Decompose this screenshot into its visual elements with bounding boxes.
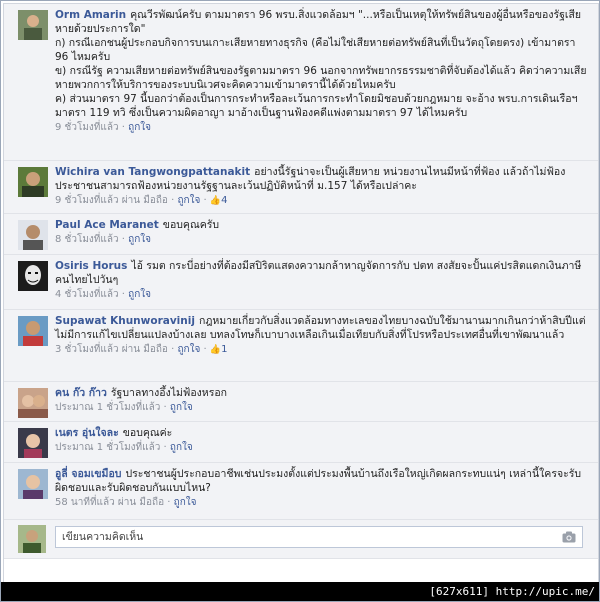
thumbs-up-icon: 👍	[209, 196, 222, 206]
thumbs-up-icon: 👍	[209, 345, 222, 355]
avatar[interactable]	[18, 388, 48, 418]
avatar	[18, 525, 46, 553]
comment-body: Wichira van Tangwongpattanakit อย่างนี้รั…	[55, 165, 592, 193]
comment-author[interactable]: Paul Ace Maranet	[55, 219, 159, 231]
comment-time[interactable]: 4 ชั่วโมงที่แล้ว	[55, 289, 119, 300]
comment-meta: 58 นาทีที่แล้ว ผ่าน มือถือ · ถูกใจ	[55, 496, 592, 510]
avatar[interactable]	[18, 220, 48, 250]
like-link[interactable]: ถูกใจ	[177, 344, 200, 355]
meta-separator: ·	[121, 289, 125, 300]
comment-meta: ประมาณ 1 ชั่วโมงที่แล้ว · ถูกใจ	[55, 401, 592, 415]
like-count[interactable]: 👍4	[210, 195, 228, 206]
comment-item: Paul Ace Maranet ขอบคุณครับ 8 ชั่วโมงที่แ…	[4, 214, 598, 255]
comment-time[interactable]: ประมาณ 1 ชั่วโมงที่แล้ว	[55, 442, 160, 453]
like-count-value: 1	[221, 344, 228, 355]
comment-body: Supawat Khunworavinij กฎหมายเกี่ยวกับสิ่ง…	[55, 314, 592, 342]
comment-via: ผ่าน มือถือ	[121, 195, 168, 206]
comment-time[interactable]: 9 ชั่วโมงที่แล้ว	[55, 122, 119, 133]
comment-input-placeholder: เขียนความคิดเห็น	[62, 531, 144, 543]
avatar[interactable]	[18, 428, 48, 458]
comment-via: ผ่าน มือถือ	[117, 497, 165, 508]
like-link[interactable]: ถูกใจ	[128, 289, 151, 300]
comment-composer: เขียนความคิดเห็น	[4, 520, 598, 559]
meta-separator: ·	[203, 344, 207, 355]
comment-meta: ประมาณ 1 ชั่วโมงที่แล้ว · ถูกใจ	[55, 441, 592, 455]
comment-item: Supawat Khunworavinij กฎหมายเกี่ยวกับสิ่ง…	[4, 310, 598, 382]
like-link[interactable]: ถูกใจ	[170, 442, 193, 453]
comment-body: Orm Amarin คุณวีรพัฒน์ครับ ตามมาตรา 96 พร…	[55, 8, 592, 120]
avatar[interactable]	[18, 261, 48, 291]
meta-separator: ·	[171, 195, 175, 206]
comment-author[interactable]: เนตร อุ่นใจละ	[55, 427, 119, 439]
comment-time[interactable]: ประมาณ 1 ชั่วโมงที่แล้ว	[55, 402, 160, 413]
comment-meta: 9 ชั่วโมงที่แล้ว ผ่าน มือถือ · ถูกใจ · 👍…	[55, 194, 592, 208]
like-link[interactable]: ถูกใจ	[128, 234, 151, 245]
comment-list: Orm Amarin คุณวีรพัฒน์ครับ ตามมาตรา 96 พร…	[3, 3, 599, 583]
camera-icon[interactable]	[562, 531, 576, 543]
meta-separator: ·	[171, 344, 175, 355]
comment-body: อูลี่ จอมเขมือบ ประชาชนผู้ประกอบอาชีพเช่น…	[55, 467, 592, 495]
comment-time[interactable]: 3 ชั่วโมงที่แล้ว	[55, 344, 119, 355]
comment-meta: 8 ชั่วโมงที่แล้ว · ถูกใจ	[55, 233, 592, 247]
meta-separator: ·	[167, 497, 171, 508]
comment-author[interactable]: Osiris Horus	[55, 260, 127, 272]
comment-body: Osiris Horus ไอ้ รมต กระบี่อย่างที่ต้องมี…	[55, 259, 592, 287]
comment-item: อูลี่ จอมเขมือบ ประชาชนผู้ประกอบอาชีพเช่น…	[4, 463, 598, 520]
meta-separator: ·	[121, 122, 125, 133]
meta-separator: ·	[121, 234, 125, 245]
comment-via: ผ่าน มือถือ	[121, 344, 168, 355]
comment-item: Orm Amarin คุณวีรพัฒน์ครับ ตามมาตรา 96 พร…	[4, 4, 598, 161]
avatar[interactable]	[18, 316, 48, 346]
comment-item: เนตร อุ่นใจละ ขอบคุณค่ะ ประมาณ 1 ชั่วโมงท…	[4, 422, 598, 463]
like-count[interactable]: 👍1	[210, 344, 228, 355]
avatar[interactable]	[18, 167, 48, 197]
meta-separator: ·	[163, 402, 167, 413]
comment-time[interactable]: 8 ชั่วโมงที่แล้ว	[55, 234, 119, 245]
comment-item: Osiris Horus ไอ้ รมต กระบี่อย่างที่ต้องมี…	[4, 255, 598, 310]
comment-text: ขอบคุณครับ	[162, 219, 220, 231]
like-link[interactable]: ถูกใจ	[170, 402, 193, 413]
like-count-value: 4	[221, 195, 228, 206]
comment-author[interactable]: คน ก๊ว ก๊าว	[55, 387, 107, 399]
comment-time[interactable]: 9 ชั่วโมงที่แล้ว	[55, 195, 119, 206]
comment-body: Paul Ace Maranet ขอบคุณครับ	[55, 218, 592, 232]
comment-text: ไอ้ รมต กระบี่อย่างที่ต้องมีสปิริตแสดงคว…	[55, 260, 582, 286]
comment-text: รัฐบาลทางอึ้งไม่ฟ้องหรอก	[110, 387, 228, 399]
comment-item: Wichira van Tangwongpattanakit อย่างนี้รั…	[4, 161, 598, 214]
comment-author[interactable]: Orm Amarin	[55, 9, 126, 21]
meta-separator: ·	[163, 442, 167, 453]
comment-meta: 3 ชั่วโมงที่แล้ว ผ่าน มือถือ · ถูกใจ · 👍…	[55, 343, 592, 357]
watermark-text: [627x611] http://upic.me/	[429, 585, 595, 598]
like-link[interactable]: ถูกใจ	[177, 195, 200, 206]
avatar[interactable]	[18, 10, 48, 40]
comment-meta: 9 ชั่วโมงที่แล้ว · ถูกใจ	[55, 121, 592, 135]
watermark-bar: [627x611] http://upic.me/	[1, 582, 599, 601]
comment-author[interactable]: อูลี่ จอมเขมือบ	[55, 468, 121, 480]
comment-author[interactable]: Wichira van Tangwongpattanakit	[55, 166, 250, 178]
meta-separator: ·	[203, 195, 207, 206]
comment-body: เนตร อุ่นใจละ ขอบคุณค่ะ	[55, 426, 592, 440]
comment-body: คน ก๊ว ก๊าว รัฐบาลทางอึ้งไม่ฟ้องหรอก	[55, 386, 592, 400]
like-link[interactable]: ถูกใจ	[174, 497, 197, 508]
avatar[interactable]	[18, 469, 48, 499]
comment-text: คุณวีรพัฒน์ครับ ตามมาตรา 96 พรบ.สิ่งแวดล…	[55, 9, 587, 119]
comment-time[interactable]: 58 นาทีที่แล้ว	[55, 497, 115, 508]
like-link[interactable]: ถูกใจ	[128, 122, 151, 133]
comment-text: ประชาชนผู้ประกอบอาชีพเช่นประมงตั้งแต่ประ…	[55, 468, 582, 494]
comment-text: ขอบคุณค่ะ	[122, 427, 173, 439]
comment-author[interactable]: Supawat Khunworavinij	[55, 315, 195, 327]
comments-panel: Orm Amarin คุณวีรพัฒน์ครับ ตามมาตรา 96 พร…	[0, 0, 600, 602]
comment-item: คน ก๊ว ก๊าว รัฐบาลทางอึ้งไม่ฟ้องหรอก ประม…	[4, 382, 598, 422]
comment-input[interactable]: เขียนความคิดเห็น	[55, 526, 583, 548]
comment-meta: 4 ชั่วโมงที่แล้ว · ถูกใจ	[55, 288, 592, 302]
